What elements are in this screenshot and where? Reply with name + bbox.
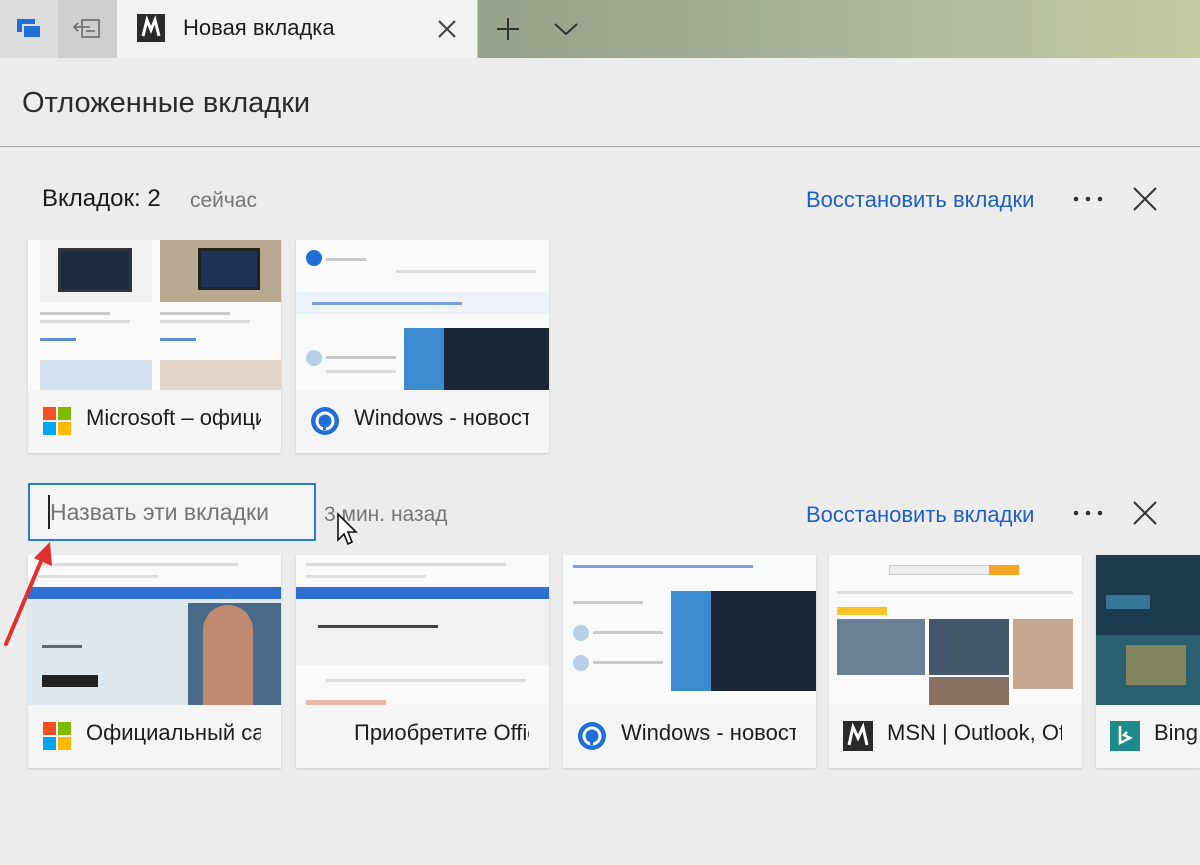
tab-thumbnail[interactable]: Официальный сайт <box>28 555 281 768</box>
bing-logo-icon <box>1110 721 1140 751</box>
close-icon[interactable] <box>1130 184 1160 214</box>
more-options-button[interactable] <box>1068 503 1108 523</box>
group-tab-count: Вкладок: 2 <box>42 185 161 212</box>
tab-label: Приобретите Office <box>296 705 549 768</box>
close-icon[interactable] <box>435 17 459 41</box>
tab-title: Windows - новости <box>354 405 529 430</box>
tab-thumbnail[interactable]: Приобретите Office <box>296 555 549 768</box>
tab-strip: Новая вкладка <box>0 0 1200 58</box>
panel-title: Отложенные вкладки <box>22 87 311 119</box>
page-preview <box>28 240 281 390</box>
group-time: сейчас <box>190 189 258 212</box>
restore-tabs-link[interactable]: Восстановить вкладки <box>806 187 1034 213</box>
plus-icon <box>497 18 519 40</box>
page-preview <box>829 555 1082 705</box>
annotation-arrow <box>4 542 52 646</box>
set-aside-icon <box>72 19 100 38</box>
page-preview <box>1096 555 1200 705</box>
tab-title: Приобретите Office <box>354 720 529 745</box>
chevron-down-icon <box>554 23 578 36</box>
tab-thumbnail[interactable]: Windows - новости <box>563 555 816 768</box>
g-ek-logo-icon <box>311 407 339 435</box>
tab-label: Официальный сайт <box>28 705 281 768</box>
new-tab-button[interactable] <box>490 14 526 44</box>
tab-title: Microsoft – официальная <box>86 405 261 430</box>
tab-title: MSN | Outlook, Office <box>887 720 1062 745</box>
tab-title: Bing <box>1154 720 1199 745</box>
tab-label: MSN | Outlook, Office <box>829 705 1082 768</box>
msn-logo-icon <box>843 721 873 751</box>
tab-label: Windows - новости <box>296 390 549 453</box>
close-icon[interactable] <box>1130 498 1160 528</box>
group-name-input[interactable] <box>28 483 316 541</box>
tab-label: Microsoft – официальная <box>28 390 281 453</box>
text-caret <box>48 495 50 529</box>
restore-tabs-link[interactable]: Восстановить вкладки <box>806 502 1034 528</box>
tab-thumbnail[interactable]: MSN | Outlook, Office <box>829 555 1082 768</box>
tab-thumbnail[interactable]: Microsoft – официальная <box>28 240 281 453</box>
page-preview <box>563 555 816 705</box>
tab-title: Новая вкладка <box>183 15 335 40</box>
microsoft-logo-icon <box>43 407 71 435</box>
tab-title: Windows - новости <box>621 720 796 745</box>
g-ek-logo-icon <box>578 722 606 750</box>
tab-title: Официальный сайт <box>86 720 261 745</box>
page-preview <box>296 555 549 705</box>
page-preview <box>28 555 281 705</box>
more-options-button[interactable] <box>1068 189 1108 209</box>
microsoft-logo-icon <box>43 722 71 750</box>
tab-new-tab[interactable]: Новая вкладка <box>116 0 478 58</box>
msn-logo-icon <box>137 14 165 42</box>
mouse-cursor-icon <box>337 512 358 546</box>
tab-label: Windows - новости <box>563 705 816 768</box>
tab-preview-toggle[interactable] <box>548 14 584 44</box>
set-tabs-aside-button[interactable] <box>58 0 116 58</box>
tab-label: Bing <box>1096 705 1200 768</box>
more-icon <box>1073 196 1103 202</box>
tab-thumbnail[interactable]: Bing <box>1096 555 1200 768</box>
tabs-aside-icon <box>17 19 42 39</box>
tabs-aside-button[interactable] <box>0 0 58 58</box>
page-preview <box>296 240 549 390</box>
tab-thumbnail[interactable]: Windows - новости <box>296 240 549 453</box>
divider <box>0 146 1200 147</box>
more-icon <box>1073 510 1103 516</box>
